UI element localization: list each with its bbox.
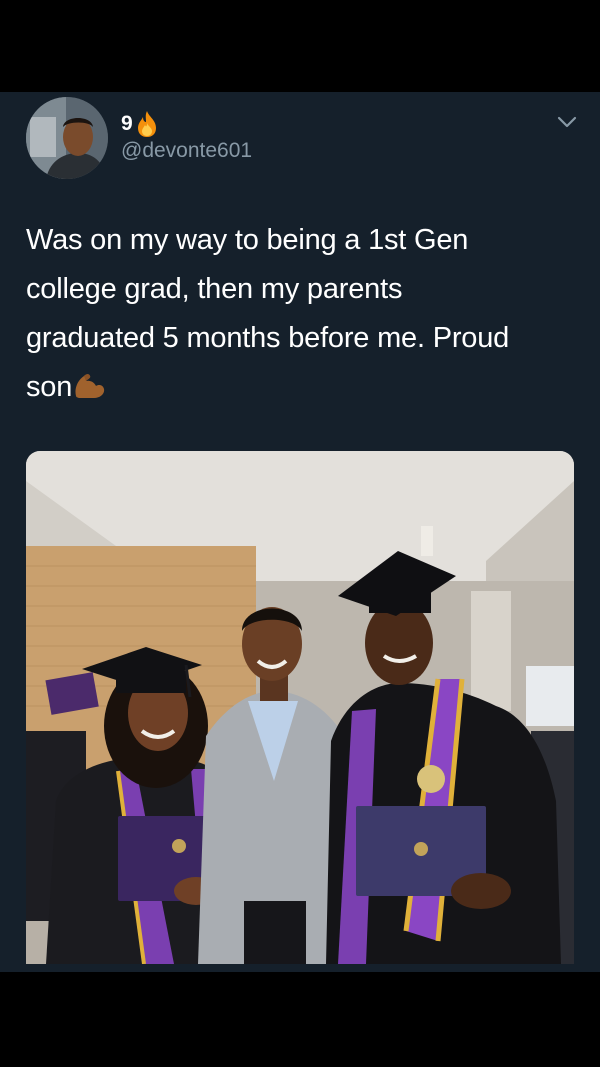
user-handle[interactable]: @devonte601: [121, 139, 252, 163]
flexed-biceps-icon: [72, 367, 106, 398]
tweet-photo[interactable]: [26, 451, 574, 964]
display-name-text: 9: [121, 112, 134, 135]
bottom-letterbox: [0, 972, 600, 1067]
top-letterbox: [0, 0, 600, 92]
tweet-text: Was on my way to being a 1st Gen college…: [26, 216, 586, 412]
tweet-text-line: Was on my way to being a 1st Gen: [26, 224, 469, 256]
tweet-text-line: graduated 5 months before me. Proud: [26, 322, 510, 354]
tweet-card: 9 @devonte601 Was on my way to being a 1…: [0, 92, 600, 972]
tweet-text-line-last: son: [26, 363, 586, 412]
display-name[interactable]: 9: [121, 110, 159, 138]
chevron-down-icon[interactable]: [556, 114, 578, 130]
tweet-text-line: son: [26, 371, 73, 403]
fire-icon: [135, 110, 159, 138]
tweet-text-line: college grad, then my parents: [26, 273, 403, 305]
avatar[interactable]: [26, 97, 108, 179]
